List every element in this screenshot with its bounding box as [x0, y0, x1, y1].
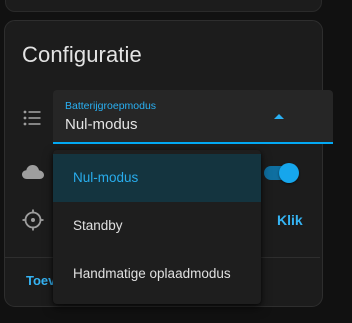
menu-item-label: Handmatige oplaadmodus [73, 266, 231, 281]
menu-item-standby[interactable]: Standby [53, 202, 261, 250]
klik-button[interactable]: Klik [277, 212, 303, 228]
select-value: Nul-modus [65, 116, 138, 133]
battery-group-mode-select[interactable]: Batterijgroepmodus Nul-modus [53, 90, 333, 144]
menu-item-label: Standby [73, 218, 123, 233]
menu-item-handmatige-oplaadmodus[interactable]: Handmatige oplaadmodus [53, 250, 261, 298]
menu-item-label: Nul-modus [73, 170, 139, 185]
card-title: Configuratie [22, 42, 142, 67]
format-list-bulleted-icon [22, 108, 42, 128]
cloud-icon [21, 163, 45, 181]
previous-card [5, 0, 322, 12]
toggle-switch[interactable] [279, 163, 299, 183]
menu-up-icon[interactable] [274, 114, 284, 119]
toev-button[interactable]: Toev [26, 273, 55, 288]
mode-dropdown-menu: Nul-modus Standby Handmatige oplaadmodus [53, 150, 261, 304]
menu-item-nul-modus[interactable]: Nul-modus [53, 154, 261, 202]
select-label: Batterijgroepmodus [65, 100, 157, 112]
target-icon [22, 209, 44, 231]
app-viewport: Configuratie Batterijgroepmodus Nul-modu… [0, 0, 352, 323]
